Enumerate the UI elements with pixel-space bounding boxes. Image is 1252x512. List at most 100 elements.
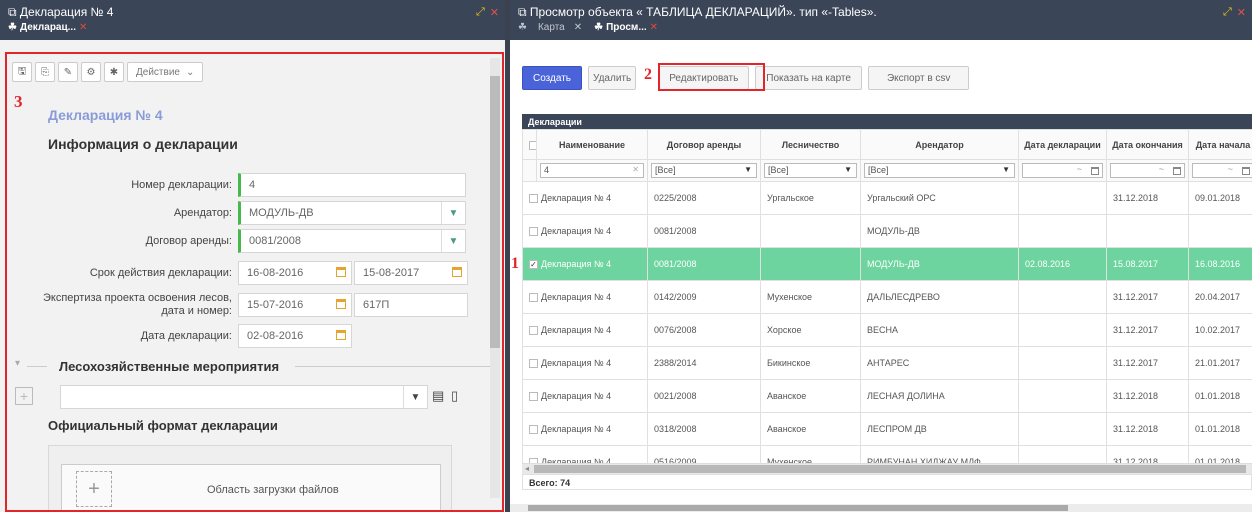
row-checkbox[interactable] <box>529 227 538 237</box>
window-icon: ⧉ <box>518 5 530 19</box>
close-tab-icon[interactable]: ✕ <box>574 22 582 33</box>
tab-view[interactable]: ☘ Просм... ✕ <box>594 22 658 33</box>
tenant-filter-select[interactable]: [Все] ▼ <box>864 163 1015 178</box>
start-date-filter[interactable]: ~ <box>1192 163 1252 178</box>
dropdown-arrow-icon[interactable]: ▼ <box>844 165 852 174</box>
delete-button[interactable]: Удалить <box>588 66 637 90</box>
row-checkbox[interactable] <box>529 425 538 435</box>
edit-button[interactable]: Редактировать <box>658 66 750 90</box>
horizontal-scrollbar[interactable]: ◂ <box>522 463 1252 474</box>
col-header[interactable]: Дата начала <box>1188 129 1252 160</box>
upload-area[interactable]: + Область загрузки файлов <box>48 445 452 512</box>
select-all-checkbox[interactable] <box>522 129 537 160</box>
gear-icon[interactable]: ✱ <box>104 62 124 82</box>
cell-end_date: 31.12.2018 <box>1106 181 1189 215</box>
save-icon[interactable]: 🖫 <box>12 62 32 82</box>
calendar-icon[interactable] <box>336 330 346 340</box>
row-checkbox[interactable] <box>529 359 538 369</box>
end-date-filter[interactable]: ~ <box>1110 163 1185 178</box>
copy-icon[interactable]: ⎘ <box>35 62 55 82</box>
col-header[interactable]: Дата окончания <box>1106 129 1189 160</box>
close-icon[interactable]: ✕ <box>1237 6 1246 19</box>
calendar-icon[interactable] <box>1091 167 1099 175</box>
close-tab-icon[interactable]: ✕ <box>79 22 87 33</box>
plus-icon[interactable]: + <box>76 471 112 507</box>
panel-horizontal-scrollbar[interactable] <box>510 504 1252 512</box>
calendar-icon[interactable] <box>1173 167 1181 175</box>
clear-icon[interactable]: ✕ <box>632 165 639 174</box>
close-tab-icon[interactable]: ✕ <box>650 22 658 33</box>
row-checkbox[interactable] <box>529 326 538 336</box>
col-header[interactable]: Арендатор <box>860 129 1019 160</box>
dropdown-arrow-icon[interactable]: ▼ <box>744 165 752 174</box>
table-row[interactable]: Декларация № 4 0021/2008 Аванское ЛЕСНАЯ ДО… <box>522 379 1252 413</box>
table-row[interactable]: ✓ Декларация № 4 0081/2008 МОДУЛЬ-ДВ 02.08.2… <box>522 247 1252 281</box>
cell-start_date <box>1188 214 1252 248</box>
forestry-filter-value: [Все] <box>768 165 789 175</box>
cell-decl_date <box>1018 412 1107 446</box>
forestry-select[interactable]: ▼ <box>60 385 428 409</box>
col-header[interactable]: Договор аренды <box>647 129 761 160</box>
decl-date-filter[interactable]: ~ <box>1022 163 1103 178</box>
eraser-icon[interactable]: ✎ <box>58 62 78 82</box>
cell-end_date: 15.08.2017 <box>1106 247 1189 281</box>
collapse-icon[interactable]: ▾ <box>15 358 20 369</box>
map-icon[interactable]: ▯ <box>451 388 458 404</box>
dropdown-arrow-icon[interactable]: ▼ <box>441 230 465 252</box>
calendar-icon[interactable] <box>336 267 346 277</box>
vertical-scrollbar[interactable] <box>490 58 500 498</box>
scroll-left-icon[interactable]: ◂ <box>525 464 529 473</box>
table-row[interactable]: Декларация № 4 0076/2008 Хорское ВЕСНА 31.12… <box>522 313 1252 347</box>
table-row[interactable]: Декларация № 4 0081/2008 МОДУЛЬ-ДВ <box>522 214 1252 248</box>
declarations-table: Наименование Договор аренды Лесничество … <box>522 129 1252 479</box>
dropdown-arrow-icon[interactable]: ▼ <box>403 386 427 408</box>
grid-icon[interactable]: ▤ <box>432 388 444 404</box>
action-dropdown[interactable]: Действие ⌄ <box>127 62 204 82</box>
name-filter-input[interactable]: 4 ✕ <box>540 163 644 178</box>
table-row[interactable]: Декларация № 4 0225/2008 Ургальское Ургальс… <box>522 181 1252 215</box>
tenant-select[interactable]: МОДУЛЬ-ДВ ▼ <box>238 201 466 225</box>
row-checkbox[interactable] <box>529 194 538 204</box>
contract-filter-select[interactable]: [Все] ▼ <box>651 163 757 178</box>
layers-icon: ☘ <box>594 22 604 33</box>
cell-decl_date <box>1018 346 1107 380</box>
calendar-icon[interactable] <box>336 299 346 309</box>
decl-date-field[interactable]: 02-08-2016 <box>238 324 352 348</box>
validity-to-field[interactable]: 15-08-2017 <box>354 261 468 285</box>
dropdown-arrow-icon[interactable]: ▼ <box>441 202 465 224</box>
col-header[interactable]: Лесничество <box>760 129 861 160</box>
tab-declaration[interactable]: ☘ Декларац... ✕ <box>8 22 87 33</box>
table-row[interactable]: Декларация № 4 0318/2008 Аванское ЛЕСПРОМ Д… <box>522 412 1252 446</box>
cell-start_date: 21.01.2017 <box>1188 346 1252 380</box>
close-icon[interactable]: ✕ <box>490 6 499 19</box>
row-checkbox[interactable]: ✓ <box>529 260 538 270</box>
settings-icon[interactable]: ⚙ <box>81 62 101 82</box>
expertise-date-field[interactable]: 15-07-2016 <box>238 293 352 317</box>
row-checkbox[interactable] <box>529 392 538 402</box>
calendar-icon[interactable] <box>1242 167 1250 175</box>
number-field[interactable]: 4 <box>238 173 466 197</box>
maximize-icon[interactable]: ⤢ <box>476 6 485 19</box>
show-on-map-button[interactable]: Показать на карте <box>755 66 862 90</box>
validity-from-field[interactable]: 16-08-2016 <box>238 261 352 285</box>
table-row[interactable]: Декларация № 4 2388/2014 Бикинское АНТАРЕС 3… <box>522 346 1252 380</box>
col-header[interactable]: Дата декларации <box>1018 129 1107 160</box>
maximize-icon[interactable]: ⤢ <box>1223 6 1232 19</box>
layers-icon: ☘ <box>518 22 527 33</box>
forestry-section[interactable]: ▾ Лесохозяйственные мероприятия <box>15 357 490 377</box>
cell-tenant: АНТАРЕС <box>860 346 1019 380</box>
expertise-number-field[interactable]: 617П <box>354 293 468 317</box>
export-csv-button[interactable]: Экспорт в csv <box>867 66 970 90</box>
table-row[interactable]: Декларация № 4 0142/2009 Мухенское ДАЛЬЛЕСД… <box>522 280 1252 314</box>
calendar-icon[interactable] <box>452 267 462 277</box>
forestry-filter-select[interactable]: [Все] ▼ <box>764 163 857 178</box>
cell-decl_date <box>1018 379 1107 413</box>
col-header[interactable]: Наименование <box>536 129 648 160</box>
add-icon[interactable]: + <box>15 387 33 405</box>
dropdown-arrow-icon[interactable]: ▼ <box>1002 165 1010 174</box>
contract-select[interactable]: 0081/2008 ▼ <box>238 229 466 253</box>
create-button[interactable]: Создать <box>522 66 583 90</box>
tab-map[interactable]: ☘ Карта ✕ <box>518 22 582 33</box>
marker-3: 3 <box>14 92 23 111</box>
row-checkbox[interactable] <box>529 293 538 303</box>
